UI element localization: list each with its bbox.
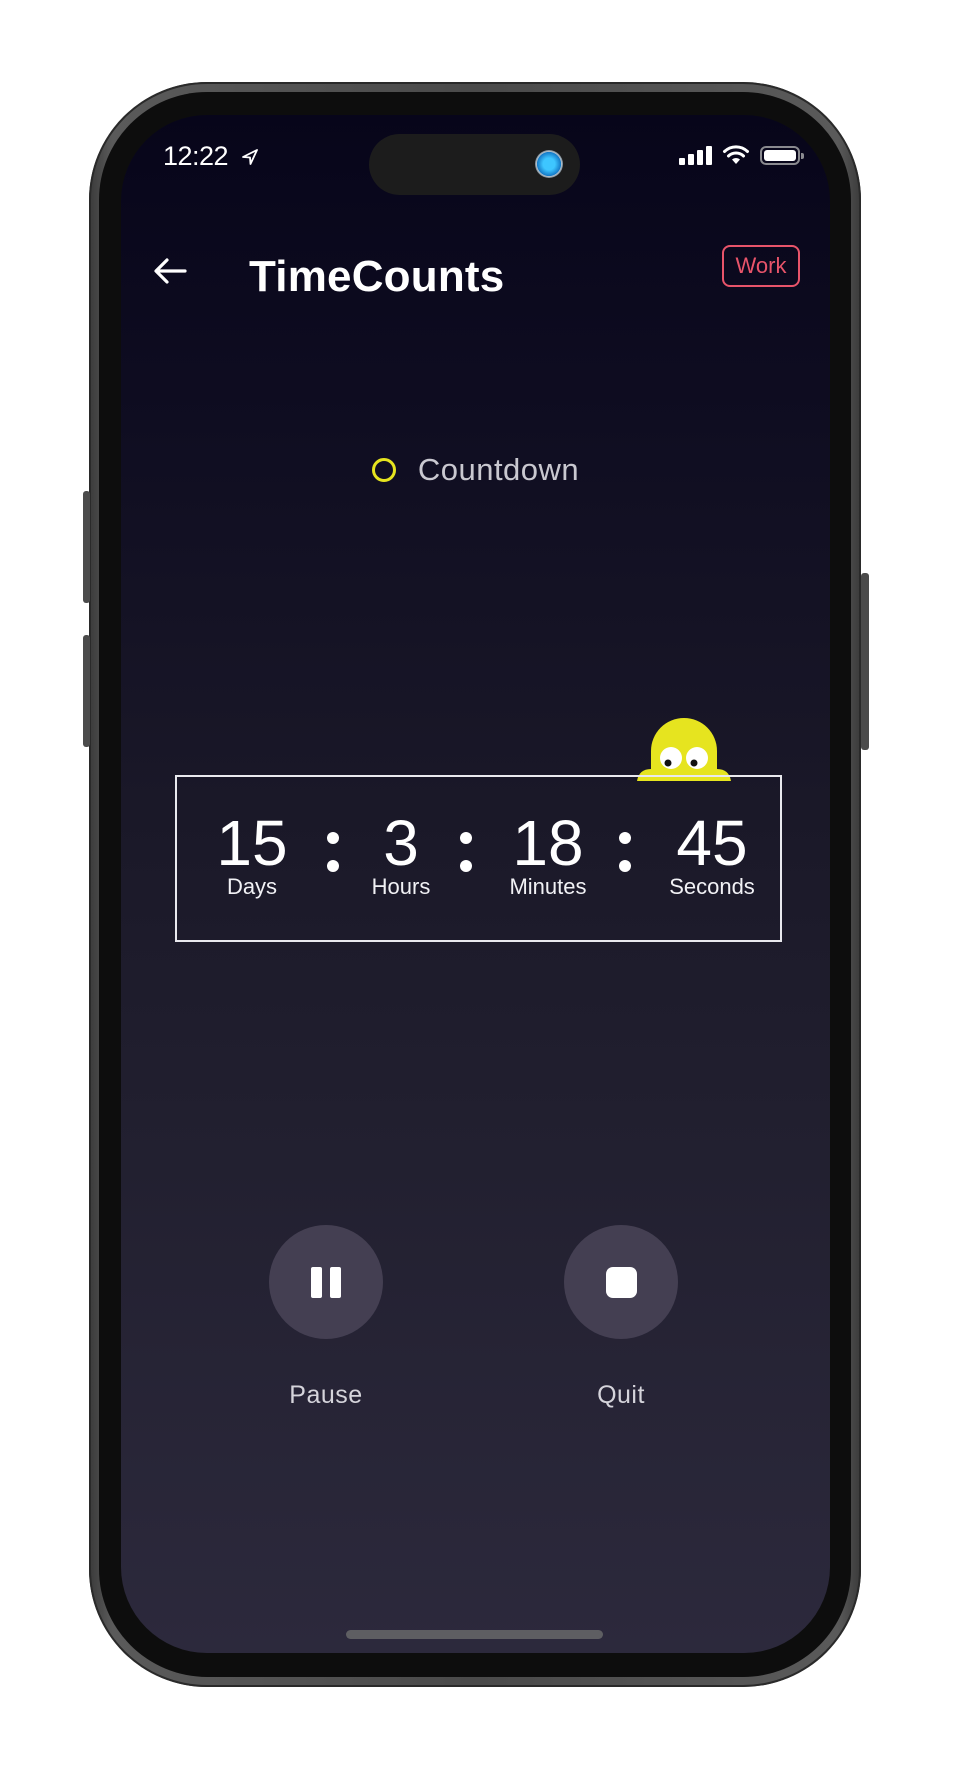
quit-button[interactable] [564, 1225, 678, 1339]
page-title: TimeCounts [249, 252, 505, 301]
hours-label: Hours [371, 874, 431, 899]
mascot-monster-icon [637, 718, 731, 781]
timer-unit-minutes: 18 Minutes [478, 807, 618, 899]
days-label: Days [226, 874, 278, 899]
category-tag[interactable]: Work [722, 245, 800, 287]
cellular-signal-icon [679, 146, 712, 165]
seconds-value: 45 [676, 807, 748, 879]
minutes-label: Minutes [509, 874, 587, 899]
pause-button[interactable] [269, 1225, 383, 1339]
dynamic-island [369, 134, 580, 195]
timer-unit-days: 15 Days [182, 807, 322, 899]
pause-icon [311, 1266, 341, 1298]
battery-full-icon [760, 146, 804, 165]
volume-down-button [83, 635, 90, 747]
minutes-value: 18 [512, 807, 584, 879]
camera-lens-icon [535, 150, 563, 178]
ring-icon [371, 458, 396, 482]
volume-up-button [83, 491, 90, 603]
separator-colon [618, 832, 632, 872]
countdown-display: 15 Days 3 Hours 18 Minutes 45 Seconds [175, 775, 782, 942]
pause-control: Pause [246, 1225, 406, 1410]
status-icons [679, 145, 804, 165]
timer-unit-hours: 3 Hours [331, 807, 471, 899]
timer-mode: Countdown [121, 452, 830, 488]
app-screen: 12:22 TimeCounts Work Countdown 15 Days … [121, 115, 830, 1653]
days-value: 15 [216, 807, 288, 879]
pause-label: Pause [289, 1381, 363, 1409]
timer-unit-seconds: 45 Seconds [642, 807, 782, 899]
power-button [861, 573, 869, 750]
quit-label: Quit [597, 1381, 645, 1409]
separator-colon [459, 832, 473, 872]
wifi-icon [723, 145, 749, 164]
status-time: 12:22 [163, 141, 259, 172]
clock-text: 12:22 [163, 141, 229, 171]
home-indicator[interactable] [346, 1630, 603, 1639]
location-arrow-icon [242, 149, 258, 165]
seconds-label: Seconds [669, 874, 755, 899]
app-header: TimeCounts Work [121, 242, 830, 302]
stop-icon [605, 1266, 637, 1298]
quit-control: Quit [541, 1225, 701, 1410]
mode-label: Countdown [417, 452, 580, 487]
back-button[interactable] [151, 255, 189, 287]
hours-value: 3 [383, 807, 419, 879]
